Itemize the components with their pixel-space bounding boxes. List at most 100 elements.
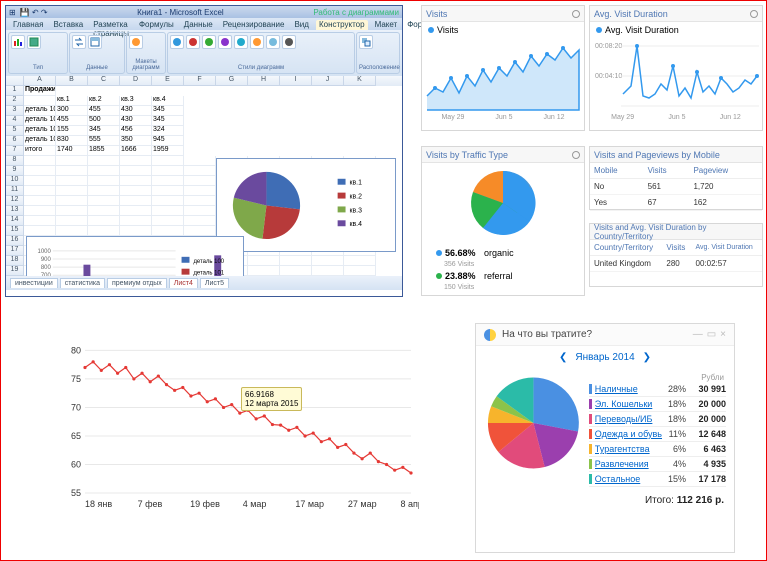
svg-text:700: 700: [41, 273, 52, 276]
chart-tools-title: Работа с диаграммами: [313, 8, 399, 17]
legend-item: 56.68% organic: [430, 245, 576, 261]
group-layouts-label: Макеты диаграмм: [129, 59, 163, 71]
svg-text:55: 55: [71, 488, 81, 498]
svg-text:деталь 101: деталь 101: [193, 271, 224, 276]
style-7-icon[interactable]: [266, 35, 280, 49]
sheet-tab[interactable]: инвестиции: [10, 278, 58, 288]
style-4-icon[interactable]: [218, 35, 232, 49]
table-row: United Kingdom28000:02:57: [590, 256, 762, 272]
embedded-bar-chart[interactable]: 01002003004005006007008009001000кв.1кв.2…: [26, 236, 244, 276]
budget-pie-chart: [484, 373, 583, 473]
svg-text:кв.2: кв.2: [349, 194, 362, 201]
gear-icon[interactable]: [572, 151, 580, 159]
gear-icon[interactable]: [750, 10, 758, 18]
svg-text:65: 65: [71, 431, 81, 441]
style-8-icon[interactable]: [282, 35, 296, 49]
budget-widget: На что вы тратите? — ▭ × ❮ Январь 2014 ❯…: [475, 323, 735, 553]
tab-view[interactable]: Вид: [291, 20, 311, 30]
svg-text:60: 60: [71, 459, 81, 469]
card-title: Avg. Visit Duration: [594, 9, 668, 19]
timeseries-chart: 807570656055 18 янв7 фев19 фев4 мар17 ма…: [59, 333, 419, 511]
save-template-icon[interactable]: [27, 35, 41, 49]
month-label: Январь 2014: [575, 352, 634, 363]
change-chart-type-icon[interactable]: [11, 35, 25, 49]
excel-window: ⊞ 💾 ↶ ↷ Книга1 - Microsoft Excel Работа …: [5, 5, 403, 297]
select-data-icon[interactable]: [88, 35, 102, 49]
tab-data[interactable]: Данные: [181, 20, 216, 30]
tab-review[interactable]: Рецензирование: [220, 20, 288, 30]
chart-tooltip: 66.916812 марта 2015: [241, 387, 302, 411]
window-title: Книга1 - Microsoft Excel: [52, 8, 310, 17]
ribbon-group-styles: Стили диаграмм: [167, 32, 355, 74]
group-data-label: Данные: [72, 65, 122, 71]
group-type-label: Тип: [11, 65, 65, 71]
ribbon-group-data: Данные: [69, 32, 125, 74]
total-row: Итого: 112 216 р.: [476, 491, 734, 506]
category-list: Рубли Наличные28%30 991Эл. Кошельки18%20…: [589, 373, 726, 487]
card-title: Visits and Avg. Visit Duration by Countr…: [594, 223, 758, 241]
tab-chartlayout[interactable]: Макет: [372, 20, 401, 30]
svg-text:18 янв: 18 янв: [85, 499, 112, 509]
style-6-icon[interactable]: [250, 35, 264, 49]
list-item[interactable]: Переводы/ИБ18%20 000: [589, 412, 726, 427]
prev-month-button[interactable]: ❮: [559, 352, 567, 363]
svg-text:17 мар: 17 мар: [295, 499, 324, 509]
ribbon-tabs: Главная Вставка Разметка страницы Формул…: [6, 18, 402, 30]
tab-design[interactable]: Конструктор: [316, 20, 368, 30]
style-5-icon[interactable]: [234, 35, 248, 49]
svg-text:7 фев: 7 фев: [138, 499, 163, 509]
tab-formulas[interactable]: Формулы: [136, 20, 177, 30]
sheet-tab-active[interactable]: Лист4: [169, 278, 198, 288]
legend-item: 23.88% referral: [430, 268, 576, 284]
sheet-tab[interactable]: Лист5: [200, 278, 229, 288]
legend-label: Visits: [437, 25, 458, 35]
worksheet-grid[interactable]: ABCDEFGHIJK 1Продажи за 2008 г. 2кв.1кв.…: [6, 76, 402, 276]
svg-text:19 фев: 19 фев: [190, 499, 220, 509]
style-2-icon[interactable]: [186, 35, 200, 49]
card-title: Visits and Pageviews by Mobile: [594, 150, 720, 160]
duration-line-chart: 00:08:20 00:04:10: [590, 38, 762, 112]
next-month-button[interactable]: ❯: [643, 352, 651, 363]
svg-text:75: 75: [71, 374, 81, 384]
traffic-pie-chart: [422, 163, 584, 243]
tab-layout[interactable]: Разметка страницы: [90, 20, 132, 30]
svg-text:70: 70: [71, 402, 81, 412]
app-logo-icon: [484, 329, 496, 341]
tab-home[interactable]: Главная: [10, 20, 46, 30]
list-item[interactable]: Остальное15%17 178: [589, 472, 726, 487]
excel-titlebar: ⊞ 💾 ↶ ↷ Книга1 - Microsoft Excel Работа …: [6, 6, 402, 18]
list-item[interactable]: Наличные28%30 991: [589, 382, 726, 397]
svg-text:00:04:10: 00:04:10: [595, 73, 622, 80]
list-item[interactable]: Развлечения4%4 935: [589, 457, 726, 472]
move-chart-icon[interactable]: [359, 35, 373, 49]
ga-visits-card: Visits Visits May 29Jun 5Jun 12: [421, 5, 585, 131]
ribbon: Тип Данные Макеты диаграмм: [6, 30, 402, 76]
style-1-icon[interactable]: [170, 35, 184, 49]
table-row: No5611,720: [590, 179, 762, 195]
gear-icon[interactable]: [572, 10, 580, 18]
office-icon[interactable]: ⊞: [9, 8, 16, 17]
svg-text:1000: 1000: [38, 249, 52, 255]
style-3-icon[interactable]: [202, 35, 216, 49]
visits-line-chart: [422, 38, 584, 112]
minimize-icon[interactable]: —: [693, 329, 703, 340]
sheet-tabs: инвестиции статистика премиум отдых Лист…: [6, 276, 402, 290]
list-item[interactable]: Эл. Кошельки18%20 000: [589, 397, 726, 412]
sheet-tab[interactable]: статистика: [60, 278, 105, 288]
sheet-tab[interactable]: премиум отдых: [107, 278, 167, 288]
ga-country-card: Visits and Avg. Visit Duration by Countr…: [589, 223, 763, 287]
widget-title: На что вы тратите?: [502, 329, 592, 340]
svg-text:00:08:20: 00:08:20: [595, 43, 622, 50]
qat[interactable]: 💾 ↶ ↷: [20, 8, 48, 17]
group-location-label: Расположение: [359, 65, 397, 71]
switch-rowcol-icon[interactable]: [72, 35, 86, 49]
list-item[interactable]: Одежда и обувь11%12 648: [589, 427, 726, 442]
tab-insert[interactable]: Вставка: [50, 20, 86, 30]
mobile-table: MobileVisitsPageview No5611,720 Yes67162: [590, 163, 762, 211]
card-title: Visits by Traffic Type: [426, 150, 508, 160]
quick-layout-icon[interactable]: [129, 35, 143, 49]
list-item[interactable]: Турагентства6%6 463: [589, 442, 726, 457]
window-icon[interactable]: ▭: [707, 329, 716, 340]
close-icon[interactable]: ×: [720, 329, 726, 340]
currency-label: Рубли: [589, 373, 726, 382]
